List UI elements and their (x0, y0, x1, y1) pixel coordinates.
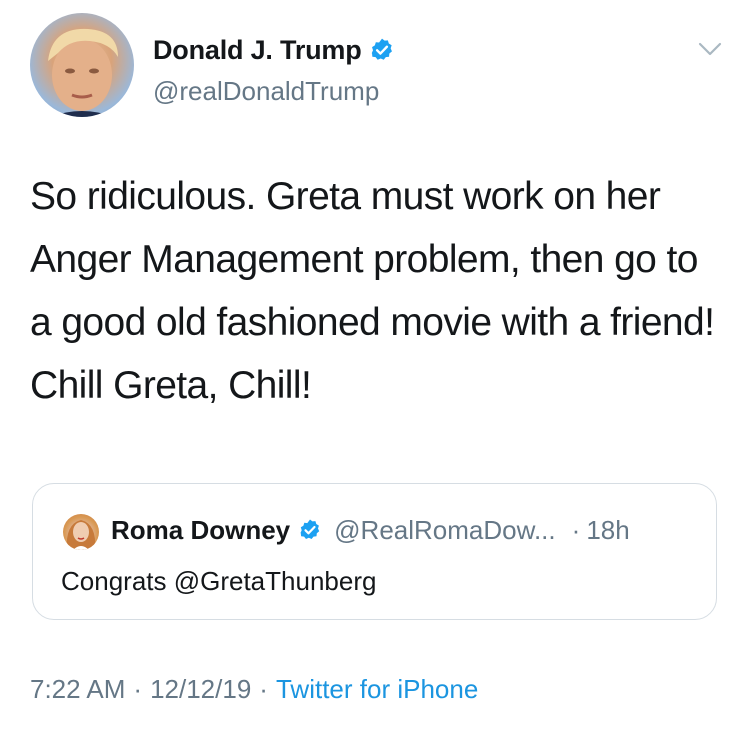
tweet-meta: 7:22 AM · 12/12/19 · Twitter for iPhone (30, 674, 478, 704)
meta-separator: · (259, 674, 268, 704)
verified-badge-icon (371, 38, 392, 60)
meta-separator: · (133, 674, 143, 704)
author-name-row: Donald J. Trump (153, 35, 395, 65)
tweet-header: Donald J. Trump @realDonaldTrump (30, 13, 730, 123)
tweet-source-link[interactable]: Twitter for iPhone (276, 674, 478, 704)
chevron-down-icon[interactable] (698, 41, 722, 57)
author-display-name[interactable]: Donald J. Trump (153, 35, 362, 65)
quoted-timestamp: 18h (586, 515, 630, 545)
quoted-author-name: Roma Downey (111, 515, 291, 545)
author-avatar[interactable] (30, 13, 134, 117)
avatar-portrait-icon (48, 28, 118, 117)
quoted-verified-badge-icon (300, 519, 320, 539)
quoted-tweet-card[interactable]: Roma Downey @RealRomaDow... · 18h Congra… (32, 483, 717, 620)
quoted-author-avatar (63, 514, 99, 550)
tweet-date: 12/12/19 (150, 674, 252, 704)
quoted-author-handle: @RealRomaDow... (334, 515, 556, 545)
author-handle[interactable]: @realDonaldTrump (153, 76, 379, 106)
quoted-separator-dot: · (571, 515, 581, 545)
tweet-text: So ridiculous. Greta must work on her An… (30, 175, 715, 407)
quoted-tweet-text: Congrats @GretaThunberg (61, 566, 377, 596)
quoted-tweet-header: Roma Downey @RealRomaDow... · 18h (111, 515, 630, 545)
quoted-avatar-portrait-icon (66, 520, 96, 550)
tweet-time: 7:22 AM (30, 674, 126, 704)
